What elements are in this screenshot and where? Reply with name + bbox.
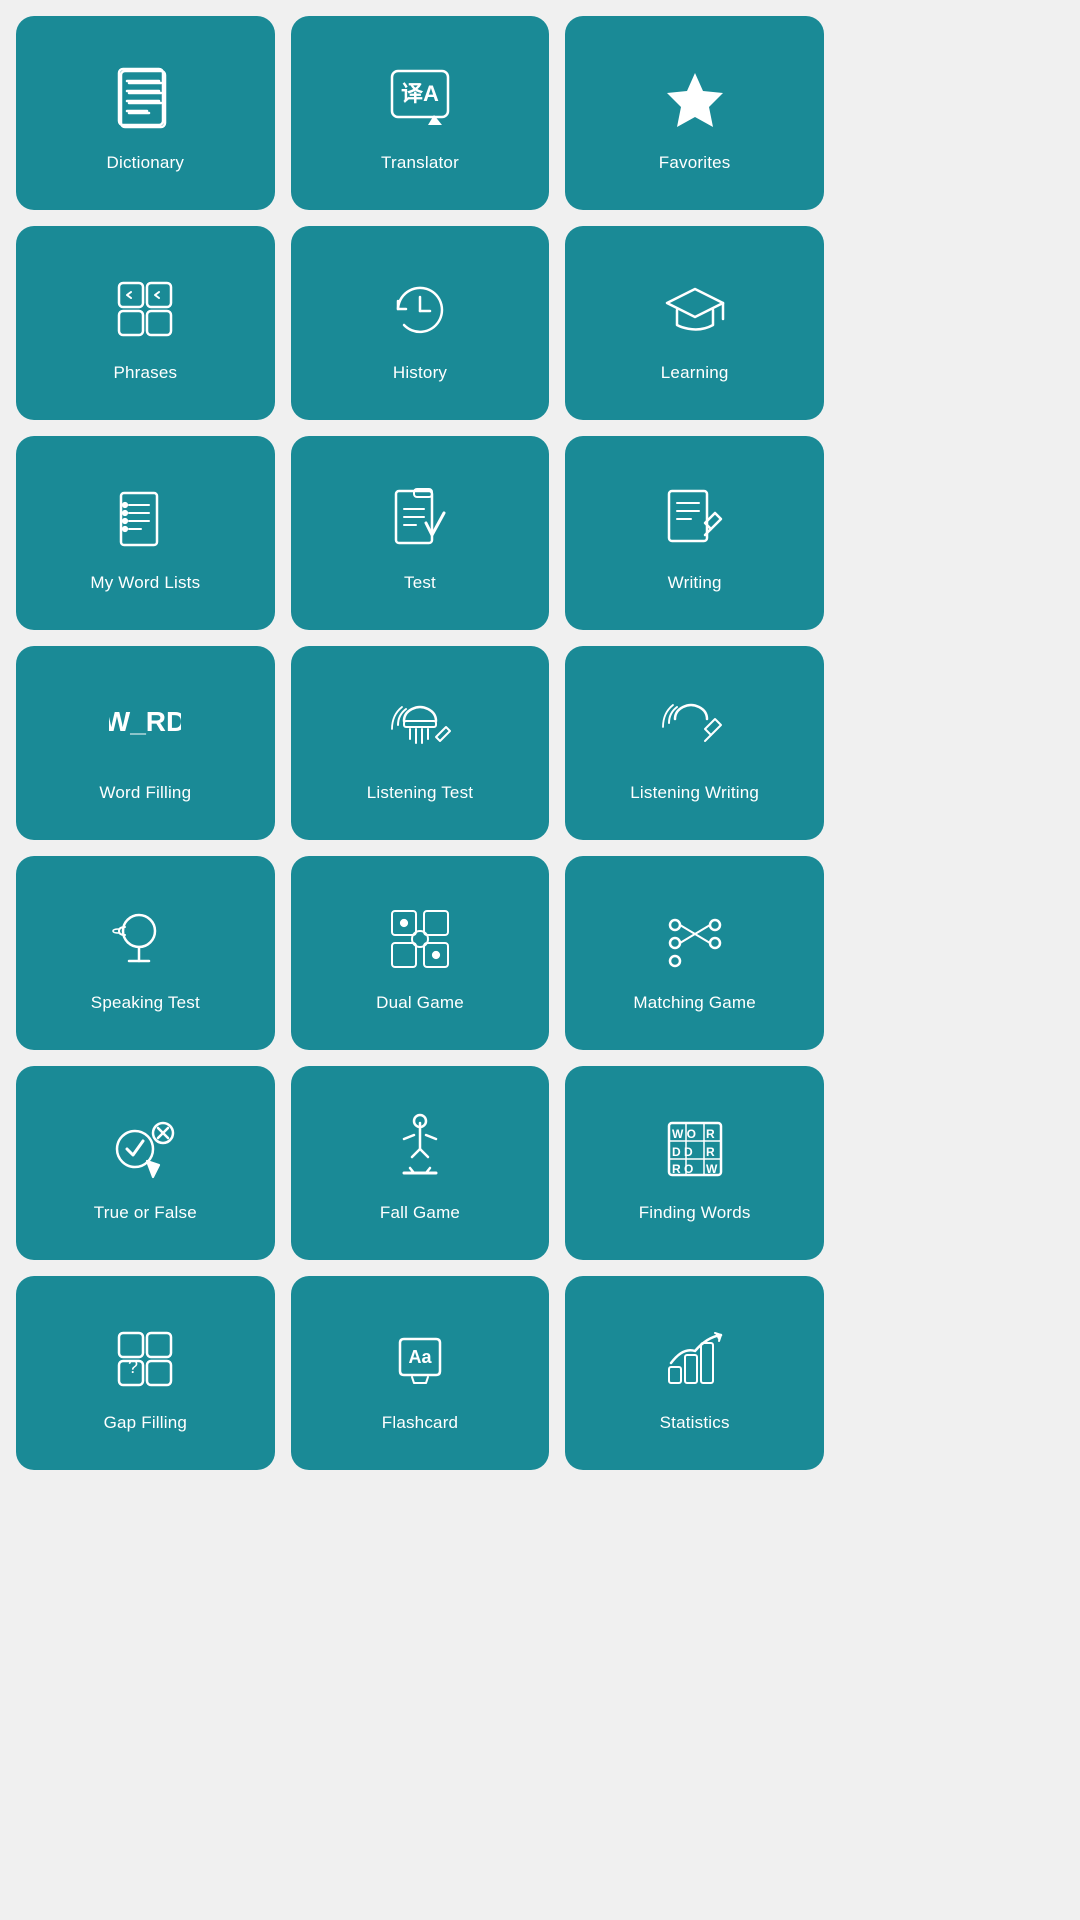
svg-text:Aa: Aa — [408, 1347, 432, 1367]
phrases-label: Phrases — [113, 363, 177, 383]
fall-game-label: Fall Game — [380, 1203, 460, 1223]
tile-matching-game[interactable]: Matching Game — [565, 856, 824, 1050]
tile-history[interactable]: History — [291, 226, 550, 420]
my-word-lists-label: My Word Lists — [90, 573, 200, 593]
word-filling-label: Word Filling — [99, 783, 191, 803]
dual-game-icon — [380, 899, 460, 979]
svg-text:R: R — [706, 1127, 715, 1141]
finding-words-icon: W OD DR ORRW — [655, 1109, 735, 1189]
flashcard-icon: Aa — [380, 1319, 460, 1399]
favorites-icon — [655, 59, 735, 139]
svg-text:译A: 译A — [401, 81, 439, 106]
flashcard-label: Flashcard — [382, 1413, 458, 1433]
tile-speaking-test[interactable]: Speaking Test — [16, 856, 275, 1050]
tile-favorites[interactable]: Favorites — [565, 16, 824, 210]
dual-game-label: Dual Game — [376, 993, 464, 1013]
speaking-test-icon — [105, 899, 185, 979]
tile-writing[interactable]: Writing — [565, 436, 824, 630]
tile-my-word-lists[interactable]: My Word Lists — [16, 436, 275, 630]
dictionary-label: Dictionary — [107, 153, 185, 173]
svg-text:W: W — [706, 1162, 718, 1176]
writing-label: Writing — [668, 573, 722, 593]
tile-true-or-false[interactable]: True or False — [16, 1066, 275, 1260]
word-filling-icon: W_RD — [105, 689, 185, 769]
my-word-lists-icon — [105, 479, 185, 559]
tile-listening-test[interactable]: Listening Test — [291, 646, 550, 840]
history-icon — [380, 269, 460, 349]
svg-text:R: R — [706, 1145, 715, 1159]
fall-game-icon — [380, 1109, 460, 1189]
tile-listening-writing[interactable]: Listening Writing — [565, 646, 824, 840]
favorites-label: Favorites — [659, 153, 731, 173]
test-label: Test — [404, 573, 436, 593]
tile-word-filling[interactable]: W_RD Word Filling — [16, 646, 275, 840]
tile-fall-game[interactable]: Fall Game — [291, 1066, 550, 1260]
listening-writing-label: Listening Writing — [630, 783, 759, 803]
tile-test[interactable]: Test — [291, 436, 550, 630]
translator-label: Translator — [381, 153, 459, 173]
true-or-false-icon — [105, 1109, 185, 1189]
finding-words-label: Finding Words — [639, 1203, 751, 1223]
learning-label: Learning — [661, 363, 729, 383]
tile-dual-game[interactable]: Dual Game — [291, 856, 550, 1050]
matching-game-label: Matching Game — [633, 993, 756, 1013]
tile-translator[interactable]: 译A Translator — [291, 16, 550, 210]
listening-test-icon — [380, 689, 460, 769]
tile-flashcard[interactable]: Aa Flashcard — [291, 1276, 550, 1470]
learning-icon — [655, 269, 735, 349]
gap-filling-label: Gap Filling — [104, 1413, 187, 1433]
statistics-label: Statistics — [660, 1413, 730, 1433]
svg-text:W O: W O — [672, 1127, 696, 1141]
svg-text:D D: D D — [672, 1145, 693, 1159]
tile-statistics[interactable]: Statistics — [565, 1276, 824, 1470]
translator-icon: 译A — [380, 59, 460, 139]
app-grid: Dictionary 译A Translator Favorites Phrases Hi… — [0, 0, 840, 1486]
tile-finding-words[interactable]: W OD DR ORRWFinding Words — [565, 1066, 824, 1260]
dictionary-icon — [105, 59, 185, 139]
true-or-false-label: True or False — [94, 1203, 197, 1223]
tile-learning[interactable]: Learning — [565, 226, 824, 420]
history-label: History — [393, 363, 447, 383]
svg-text:W_RD: W_RD — [109, 706, 181, 737]
writing-icon — [655, 479, 735, 559]
gap-filling-icon: ? — [105, 1319, 185, 1399]
tile-phrases[interactable]: Phrases — [16, 226, 275, 420]
matching-game-icon — [655, 899, 735, 979]
svg-text:?: ? — [128, 1357, 138, 1377]
speaking-test-label: Speaking Test — [91, 993, 200, 1013]
test-icon — [380, 479, 460, 559]
statistics-icon — [655, 1319, 735, 1399]
tile-gap-filling[interactable]: ? Gap Filling — [16, 1276, 275, 1470]
tile-dictionary[interactable]: Dictionary — [16, 16, 275, 210]
svg-text:R O: R O — [672, 1162, 693, 1176]
listening-test-label: Listening Test — [367, 783, 473, 803]
phrases-icon — [105, 269, 185, 349]
listening-writing-icon — [655, 689, 735, 769]
